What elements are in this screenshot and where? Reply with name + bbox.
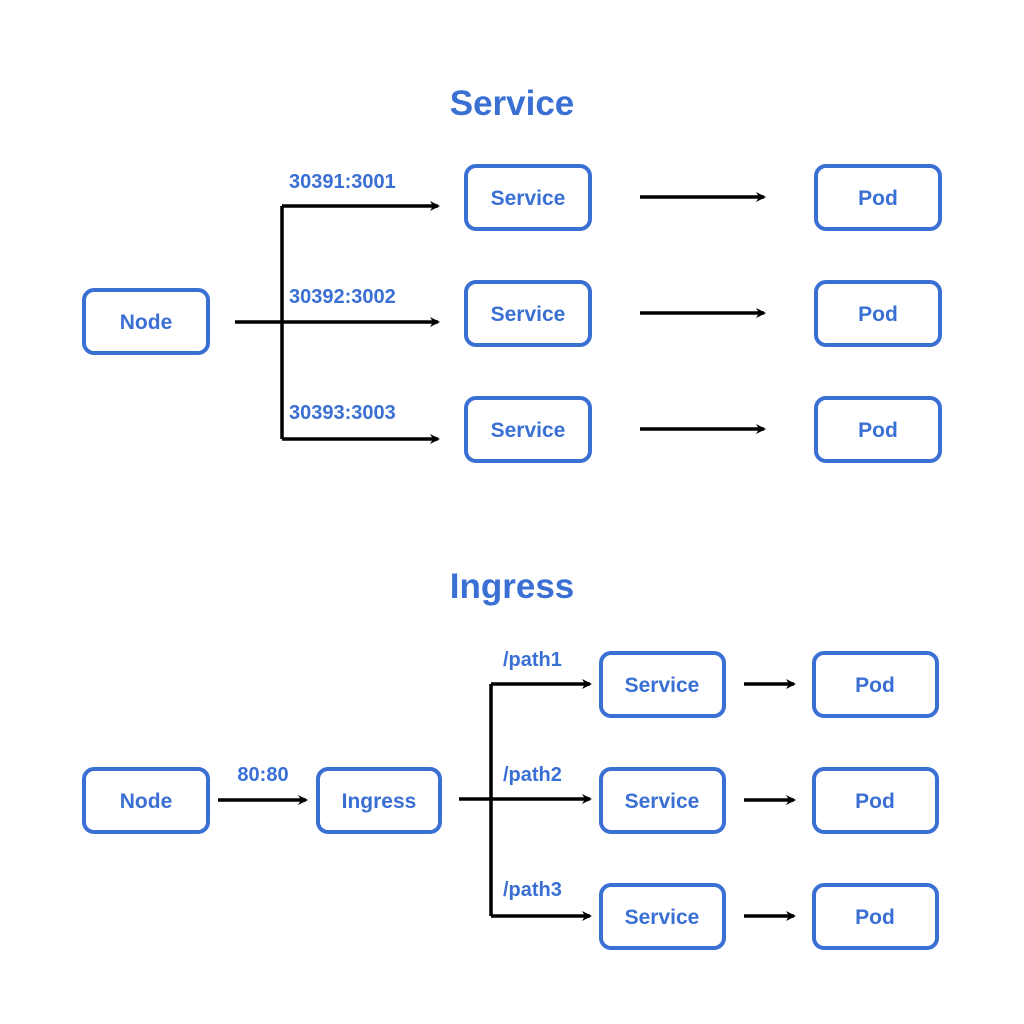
pod-box-3[interactable]: Pod (814, 396, 942, 463)
ingress-service-label-2: Service (625, 790, 700, 813)
pod-box-2[interactable]: Pod (814, 280, 942, 347)
service-label-2: Service (491, 303, 566, 326)
ingress-service-label-3: Service (625, 906, 700, 929)
path-label-3: /path3 (503, 879, 562, 901)
path-label-2: /path2 (503, 764, 562, 786)
ingress-route-1: /path1 Service Pod (491, 649, 939, 718)
service-box-2[interactable]: Service (464, 280, 592, 347)
ingress-pod-box-2[interactable]: Pod (812, 767, 939, 834)
service-label-1: Service (491, 187, 566, 210)
service-label-3: Service (491, 419, 566, 442)
ingress-box[interactable]: Ingress (316, 767, 442, 834)
ingress-route-2: /path2 Service Pod (491, 764, 939, 834)
route-2: 30392:3002 Service Pod (282, 280, 942, 347)
node-to-ingress-port-label: 80:80 (237, 764, 288, 786)
pod-label-1: Pod (858, 187, 898, 210)
ingress-section: Ingress Node 80:80 Ingress /path1 Servic… (82, 567, 939, 950)
ingress-service-label-1: Service (625, 674, 700, 697)
node-box[interactable]: Node (82, 288, 210, 355)
port-label-1: 30391:3001 (289, 171, 396, 193)
ingress-service-box-3[interactable]: Service (599, 883, 726, 950)
ingress-pod-box-1[interactable]: Pod (812, 651, 939, 718)
ingress-pod-box-3[interactable]: Pod (812, 883, 939, 950)
route-1: 30391:3001 Service Pod (282, 164, 942, 231)
ingress-pod-label-3: Pod (855, 906, 895, 929)
route-3: 30393:3003 Service Pod (282, 396, 942, 463)
ingress-label: Ingress (342, 790, 417, 813)
ingress-node-box[interactable]: Node (82, 767, 210, 834)
ingress-pod-label-2: Pod (855, 790, 895, 813)
service-box-1[interactable]: Service (464, 164, 592, 231)
ingress-node-label: Node (120, 790, 173, 813)
ingress-service-box-1[interactable]: Service (599, 651, 726, 718)
service-section: Service Node 30391:3001 Service Pod 3039… (82, 84, 942, 463)
ingress-section-title: Ingress (450, 567, 575, 606)
node-label: Node (120, 311, 173, 334)
pod-label-3: Pod (858, 419, 898, 442)
ingress-pod-label-1: Pod (855, 674, 895, 697)
service-box-3[interactable]: Service (464, 396, 592, 463)
port-label-3: 30393:3003 (289, 402, 396, 424)
pod-box-1[interactable]: Pod (814, 164, 942, 231)
service-section-title: Service (450, 84, 575, 123)
path-label-1: /path1 (503, 649, 562, 671)
pod-label-2: Pod (858, 303, 898, 326)
ingress-service-box-2[interactable]: Service (599, 767, 726, 834)
ingress-route-3: /path3 Service Pod (491, 879, 939, 950)
kubernetes-routing-diagram: Service Node 30391:3001 Service Pod 3039… (82, 84, 942, 950)
port-label-2: 30392:3002 (289, 286, 396, 308)
